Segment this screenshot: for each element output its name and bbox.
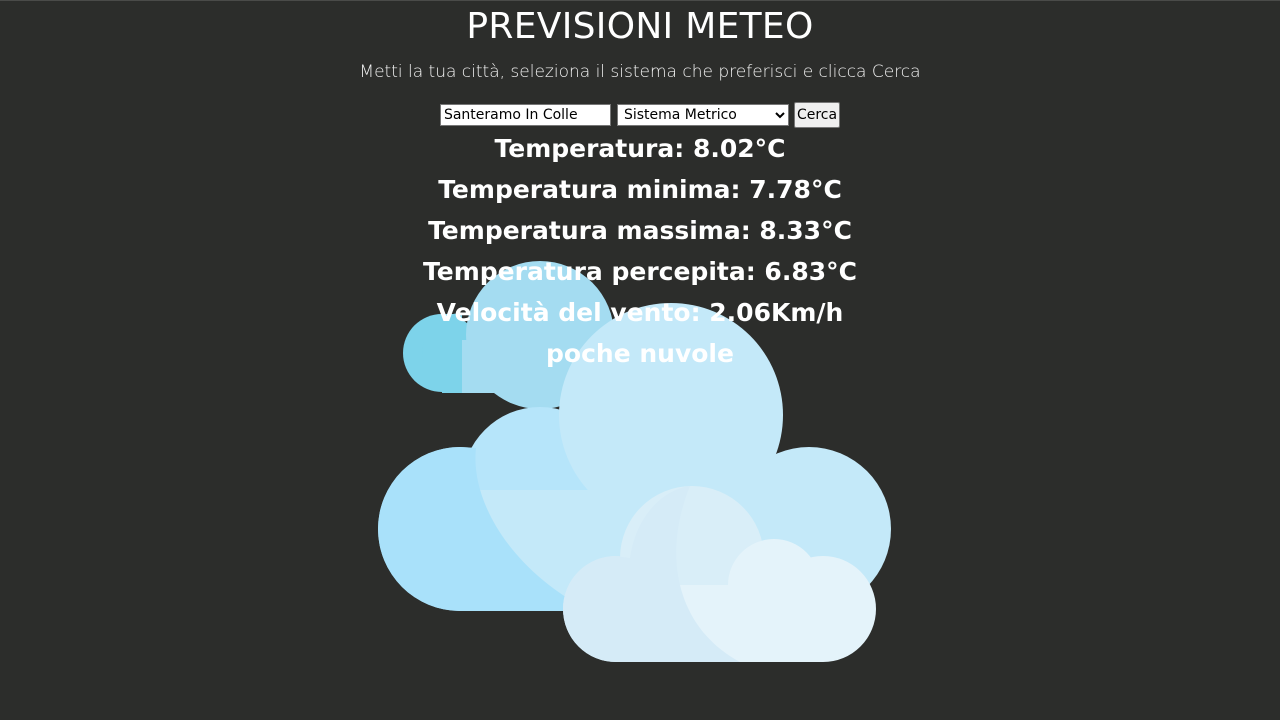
temperature-row: Temperatura: 8.02°C: [0, 132, 1280, 173]
wind-label: Velocità del vento:: [436, 298, 710, 327]
temp-max-row: Temperatura massima: 8.33°C: [0, 214, 1280, 255]
page-title: PREVISIONI METEO: [466, 6, 814, 47]
temp-min-value: 7.78°C: [749, 175, 842, 204]
unit-system-select[interactable]: Sistema Metrico: [616, 104, 789, 126]
temp-max-label: Temperatura massima:: [428, 216, 760, 245]
temp-max-value: 8.33°C: [759, 216, 852, 245]
page-subtitle: Metti la tua città, seleziona il sistema…: [359, 62, 921, 82]
feels-like-label: Temperatura percepita:: [423, 257, 765, 286]
weather-description: poche nuvole: [546, 339, 734, 368]
wind-row: Velocità del vento: 2.06Km/h: [0, 296, 1280, 337]
wind-value: 2.06Km/h: [709, 298, 844, 327]
temperature-value: 8.02°C: [692, 134, 786, 163]
weather-results: Temperatura: 8.02°C Temperatura minima: …: [0, 132, 1280, 378]
temp-min-row: Temperatura minima: 7.78°C: [0, 173, 1280, 214]
feels-like-row: Temperatura percepita: 6.83°C: [0, 255, 1280, 296]
city-input[interactable]: [439, 104, 611, 126]
top-border: [0, 0, 1280, 1]
temperature-label: Temperatura:: [494, 134, 693, 163]
search-button[interactable]: Cerca: [793, 102, 841, 128]
search-form: Sistema Metrico Cerca: [0, 102, 1280, 128]
temp-min-label: Temperatura minima:: [438, 175, 750, 204]
feels-like-value: 6.83°C: [764, 257, 857, 286]
weather-app-page: PREVISIONI METEO Metti la tua città, sel…: [0, 0, 1280, 720]
